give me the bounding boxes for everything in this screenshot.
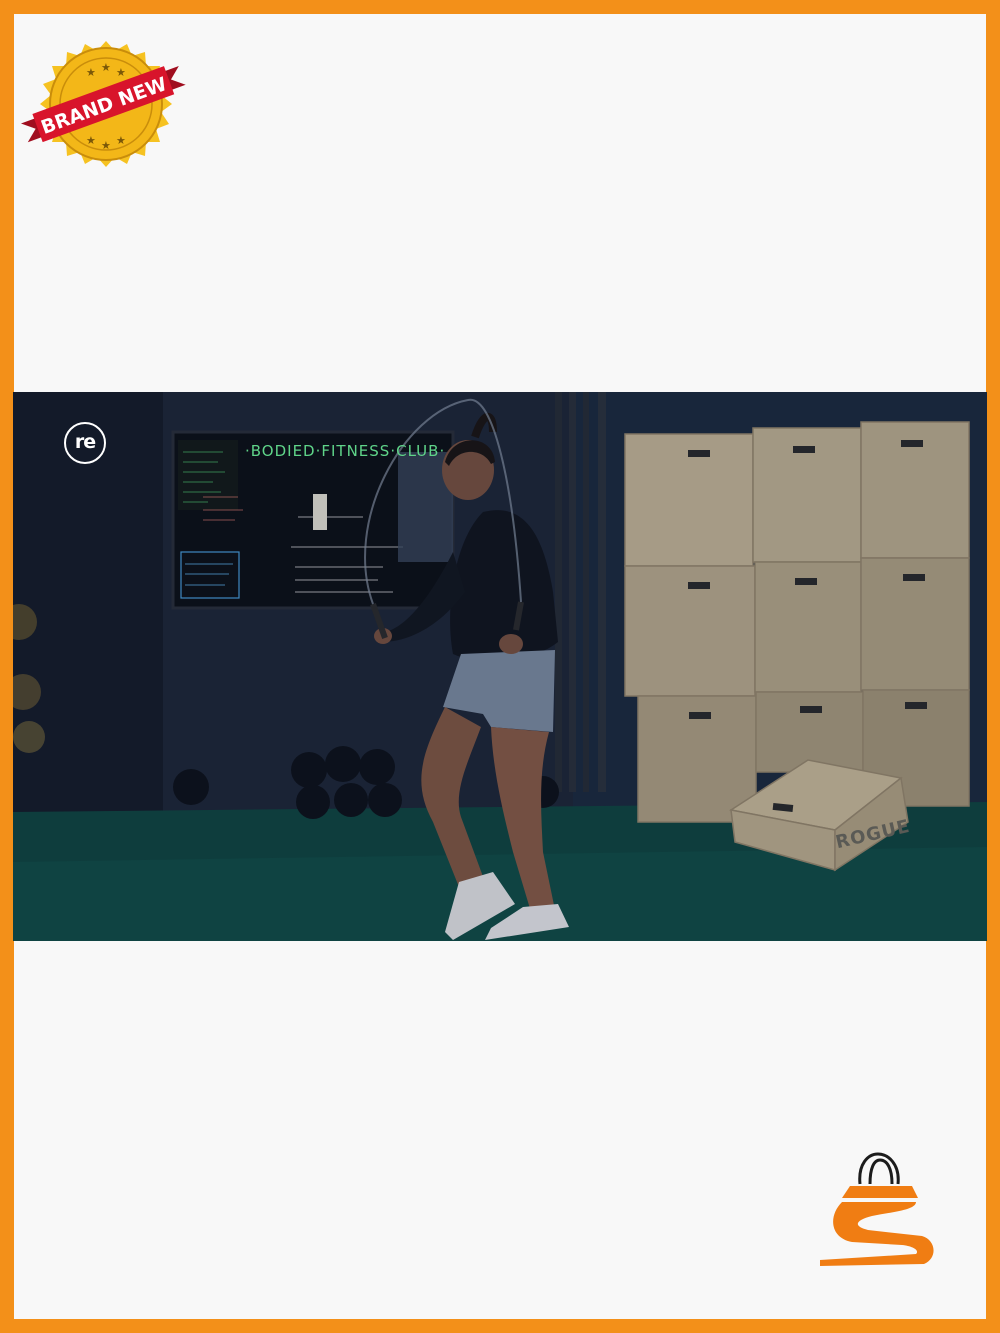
shopping-bag-s-icon — [812, 1150, 944, 1280]
svg-text:★: ★ — [86, 67, 96, 79]
svg-text:★: ★ — [116, 67, 126, 79]
brand-new-seal-icon: ★ ★ ★ ★ ★ ★ BRAND NEW — [20, 41, 186, 167]
svg-text:★: ★ — [86, 135, 96, 147]
svg-text:★: ★ — [101, 62, 111, 74]
svg-text:★: ★ — [116, 135, 126, 147]
re-brand-logo: re — [64, 422, 106, 464]
gym-scene-image — [13, 392, 987, 941]
product-photo: re ·BODIED·FITNESS·CLUB· ROGUE — [13, 392, 987, 941]
svg-text:★: ★ — [101, 140, 111, 152]
brand-new-badge: ★ ★ ★ ★ ★ ★ BRAND NEW — [18, 28, 188, 188]
gym-board-heading: ·BODIED·FITNESS·CLUB· — [245, 442, 446, 460]
